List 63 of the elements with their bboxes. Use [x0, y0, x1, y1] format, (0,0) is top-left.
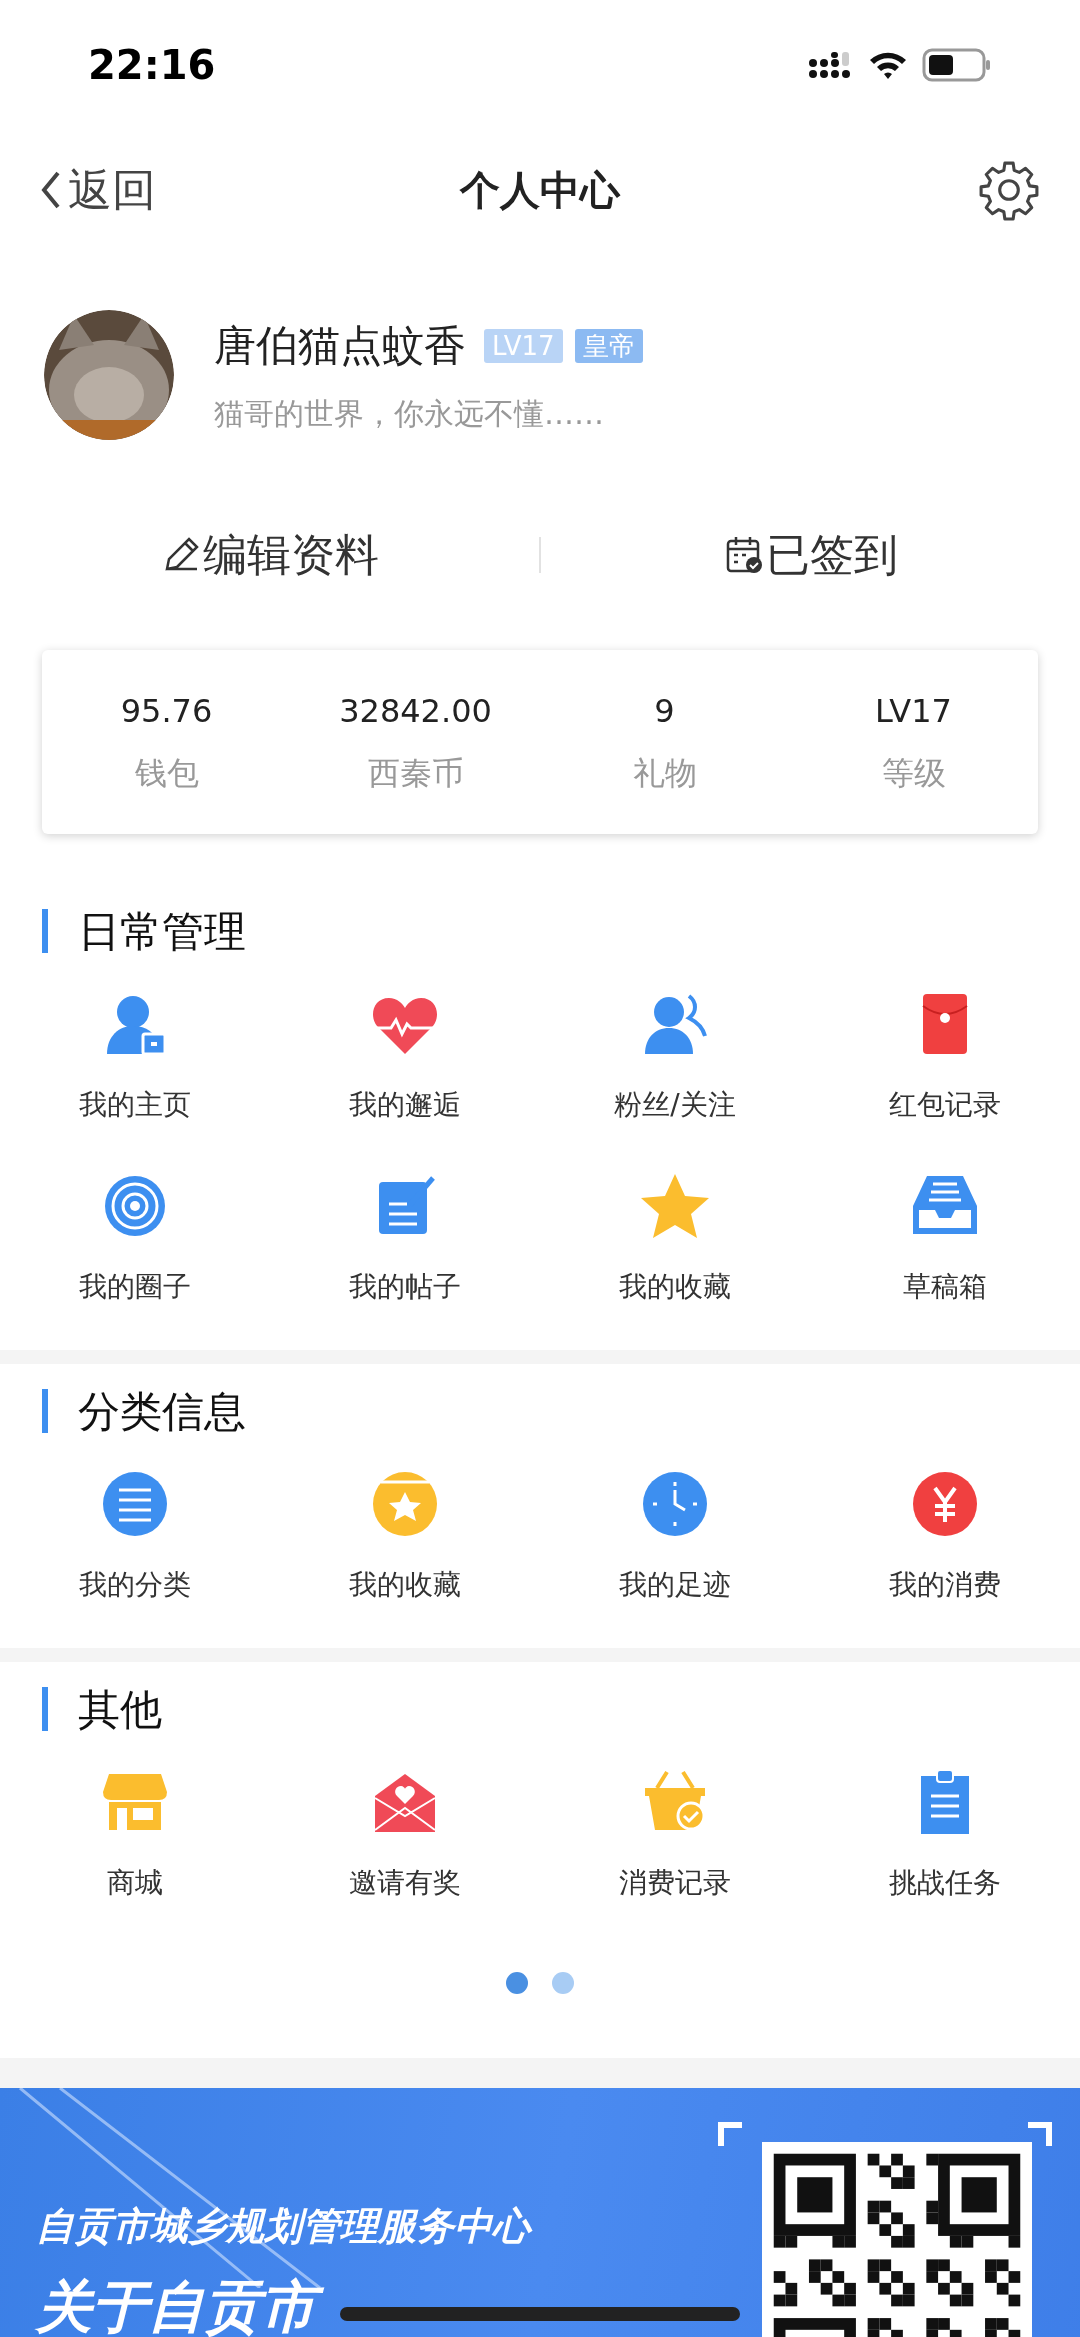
stat-value: LV17: [875, 691, 952, 732]
settings-icon[interactable]: [978, 159, 1040, 221]
menu-item-label: 商城: [107, 1865, 163, 1901]
menu-item[interactable]: 我的消费: [810, 1454, 1080, 1624]
stat-label: 等级: [881, 753, 946, 794]
menu-item[interactable]: 粉丝/关注: [540, 974, 810, 1144]
menu-item-label: 我的收藏: [349, 1567, 461, 1603]
menu-item-label: 我的邂逅: [349, 1087, 461, 1123]
check-in-button[interactable]: 已签到: [541, 522, 1080, 588]
page-title: 个人中心: [460, 166, 620, 215]
wifi-icon: [868, 50, 908, 80]
level-tag: LV17: [484, 328, 563, 363]
menu-item[interactable]: 草稿箱: [810, 1156, 1080, 1326]
section-accent-bar: [42, 1687, 48, 1731]
menu-item[interactable]: 邀请有奖: [270, 1752, 540, 1922]
status-time: 22:16: [88, 41, 216, 90]
menu-item[interactable]: 我的收藏: [540, 1156, 810, 1326]
stat-label: 礼物: [632, 753, 697, 794]
section-title: 分类信息: [78, 1385, 246, 1438]
menu-item-label: 我的帖子: [349, 1269, 461, 1305]
user-name: 唐伯猫点蚊香: [214, 320, 466, 372]
menu-item-label: 消费记录: [619, 1865, 731, 1901]
menu-item-label: 我的收藏: [619, 1269, 731, 1305]
menu-item[interactable]: 我的主页: [0, 974, 270, 1144]
level-tag: 皇帝: [574, 328, 643, 363]
back-button[interactable]: 返回: [40, 157, 156, 223]
menu-item[interactable]: 挑战任务: [810, 1752, 1080, 1922]
menu-item-label: 我的分类: [79, 1567, 191, 1603]
section-accent-bar: [42, 909, 48, 953]
menu-item-label: 粉丝/关注: [614, 1087, 736, 1123]
menu-item[interactable]: 商城: [0, 1752, 270, 1922]
section-title: 日常管理: [78, 905, 246, 958]
corner-bracket-icon: [718, 2122, 742, 2146]
menu-item[interactable]: 我的收藏: [270, 1454, 540, 1624]
menu-item[interactable]: 我的邂逅: [270, 974, 540, 1144]
section-accent-bar: [42, 1389, 48, 1433]
menu-item-label: 我的消费: [889, 1567, 1001, 1603]
menu-item-label: 我的圈子: [79, 1269, 191, 1305]
menu-item-label: 红包记录: [889, 1087, 1001, 1123]
menu-item[interactable]: 我的足迹: [540, 1454, 810, 1624]
corner-bracket-icon: [1028, 2122, 1052, 2146]
user-signature: 猫哥的世界，你永远不懂……: [214, 395, 605, 433]
menu-item[interactable]: 我的圈子: [0, 1156, 270, 1326]
promo-banner[interactable]: 自贡市城乡规划管理服务中心 关于自贡市: [0, 2088, 1080, 2337]
battery-icon: [922, 48, 992, 82]
menu-item-label: 挑战任务: [889, 1865, 1001, 1901]
stat-label: 钱包: [134, 753, 199, 794]
menu-item-label: 邀请有奖: [349, 1865, 461, 1901]
menu-item-label: 我的主页: [79, 1087, 191, 1123]
menu-item[interactable]: 我的分类: [0, 1454, 270, 1624]
menu-item[interactable]: 红包记录: [810, 974, 1080, 1144]
stat-label: 西秦币: [367, 753, 464, 794]
stat-value: 32842.00: [339, 691, 492, 732]
section-title: 其他: [78, 1683, 162, 1736]
banner-title: 关于自贡市: [36, 2265, 530, 2337]
stat-value: 9: [654, 691, 675, 732]
edit-profile-button[interactable]: 编辑资料: [0, 522, 539, 588]
menu-item-label: 草稿箱: [903, 1269, 987, 1305]
stat-value: 95.76: [120, 691, 213, 732]
menu-item[interactable]: 消费记录: [540, 1752, 810, 1922]
chevron-left-icon: [40, 170, 62, 210]
menu-item-label: 我的足迹: [619, 1567, 731, 1603]
menu-item[interactable]: 我的帖子: [270, 1156, 540, 1326]
